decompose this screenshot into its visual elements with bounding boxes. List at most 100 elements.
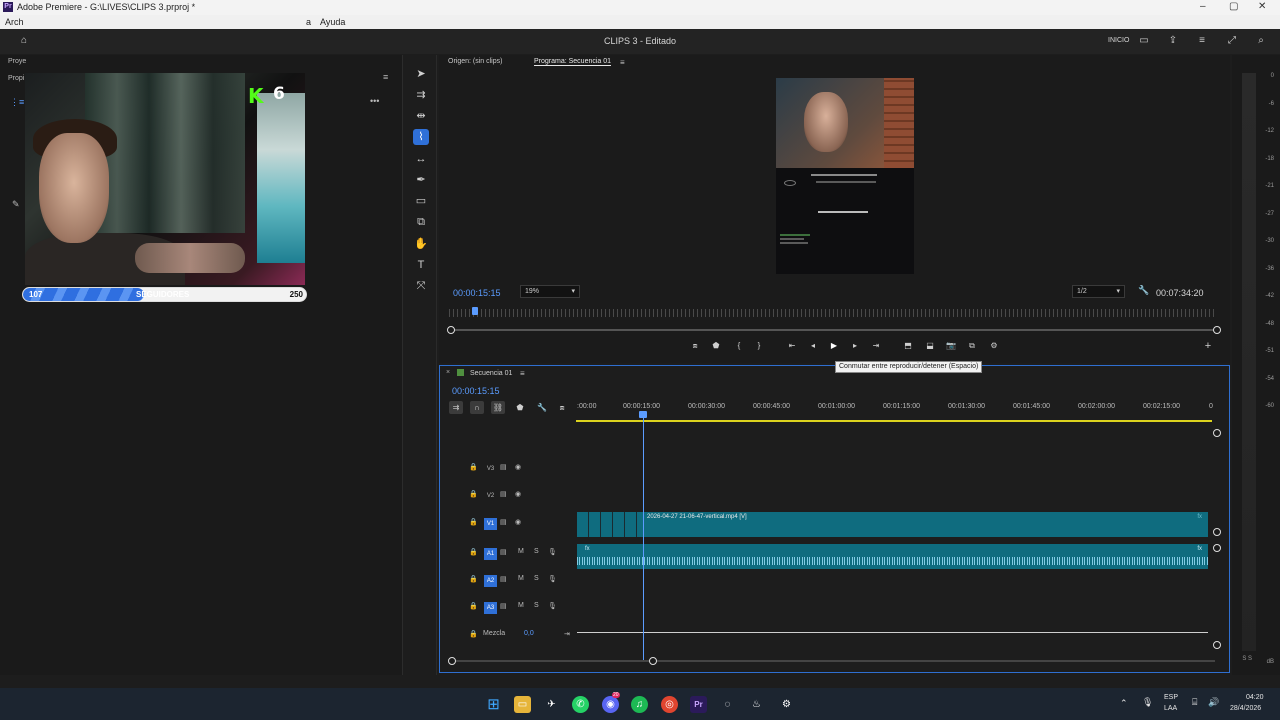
- scrollbar-right-handle[interactable]: [1213, 326, 1221, 334]
- solo-button[interactable]: S: [534, 602, 539, 609]
- microphone-tray-icon[interactable]: 🎙: [1142, 697, 1153, 708]
- tab-menu-icon[interactable]: ≡: [620, 58, 625, 67]
- discord-icon[interactable]: ◉: [602, 696, 619, 713]
- program-playhead[interactable]: [472, 307, 478, 315]
- lift-icon[interactable]: ⬒: [902, 340, 914, 352]
- hand-tool-icon[interactable]: ✋: [413, 236, 429, 252]
- obs-icon[interactable]: ◌: [719, 696, 736, 713]
- pen-tool-icon[interactable]: ✒: [413, 172, 429, 188]
- vr-icon[interactable]: ⚙: [988, 340, 1000, 352]
- chevron-up-icon[interactable]: ⌃: [1120, 698, 1128, 709]
- settings-gear-icon[interactable]: ⚙: [778, 696, 795, 713]
- sync-lock-icon[interactable]: ▤: [500, 575, 507, 583]
- network-icon[interactable]: ⌸: [1192, 697, 1197, 708]
- resolution-select[interactable]: 1/2 ▾: [1072, 285, 1125, 298]
- lock-icon[interactable]: 🔒: [469, 518, 478, 526]
- program-time-ruler[interactable]: [449, 309, 1216, 317]
- program-current-time[interactable]: 00:00:15:15: [453, 288, 501, 298]
- eye-icon[interactable]: ◉: [515, 518, 521, 526]
- scrollbar-left-handle[interactable]: [448, 657, 456, 665]
- menu-ventana[interactable]: a: [306, 17, 311, 27]
- tab-program[interactable]: Programa: Secuencia 01: [534, 58, 612, 66]
- eye-icon[interactable]: ◉: [515, 490, 521, 498]
- menu-archivo[interactable]: Arch: [5, 17, 24, 27]
- microphone-icon[interactable]: 🎙: [548, 575, 557, 583]
- lock-icon[interactable]: 🔒: [469, 463, 478, 471]
- app-icon[interactable]: ✈: [543, 696, 560, 713]
- selection-tool-icon[interactable]: ➤: [413, 66, 429, 82]
- region-code[interactable]: LAA: [1164, 705, 1177, 712]
- export-frame-icon[interactable]: 📷: [945, 340, 957, 352]
- extract-icon[interactable]: ⧈: [689, 340, 701, 352]
- close-tab-icon[interactable]: ×: [446, 369, 450, 376]
- snap-icon[interactable]: ∩: [470, 401, 484, 414]
- volume-icon[interactable]: 🔊: [1208, 697, 1219, 708]
- audio-clip[interactable]: fx fx: [577, 544, 1208, 569]
- mix-volume-value[interactable]: 0,0: [524, 630, 534, 637]
- slip-tool-icon[interactable]: ↔: [413, 151, 429, 167]
- language-code[interactable]: ESP: [1164, 694, 1178, 701]
- close-button[interactable]: ✕: [1258, 1, 1266, 12]
- vertical-scroll-handle[interactable]: [1213, 641, 1221, 649]
- button-editor-icon[interactable]: +: [1202, 340, 1214, 352]
- mute-button[interactable]: M: [518, 548, 524, 555]
- minimize-button[interactable]: –: [1200, 1, 1206, 12]
- windows-start-icon[interactable]: ⊞: [485, 696, 502, 713]
- linked-selection-icon[interactable]: ⛓: [491, 401, 505, 414]
- mark-out-icon[interactable]: }: [753, 340, 765, 352]
- track-label[interactable]: V2: [484, 490, 497, 502]
- settings-wrench-icon[interactable]: 🔧: [1138, 285, 1149, 296]
- mute-button[interactable]: M: [518, 602, 524, 609]
- properties-icon[interactable]: ⋮≡: [10, 97, 24, 108]
- sync-lock-icon[interactable]: ▤: [500, 548, 507, 556]
- transform-tool-icon[interactable]: ⧉: [413, 214, 429, 230]
- play-stop-icon[interactable]: ▶: [828, 340, 840, 352]
- go-to-end-icon[interactable]: ⇥: [564, 630, 570, 638]
- steam-icon[interactable]: ♨: [748, 696, 765, 713]
- captions-icon[interactable]: ⧈: [555, 401, 569, 414]
- solo-button[interactable]: S: [534, 548, 539, 555]
- video-clip[interactable]: 2026-04-27 21-06-47-vertical.mp4 [V] fx: [577, 512, 1208, 537]
- sync-lock-icon[interactable]: ▤: [500, 490, 507, 498]
- tab-source[interactable]: Origen: (sin clips): [448, 58, 502, 65]
- mute-button[interactable]: M: [518, 575, 524, 582]
- go-to-out-icon[interactable]: ⇥: [870, 340, 882, 352]
- lock-icon[interactable]: 🔒: [469, 575, 478, 583]
- remix-tool-icon[interactable]: ⤧: [413, 278, 429, 294]
- add-marker-icon[interactable]: ⬟: [710, 340, 722, 352]
- chrome-icon[interactable]: ◎: [661, 696, 678, 713]
- mark-in-icon[interactable]: {: [733, 340, 745, 352]
- tab-menu-icon[interactable]: ≡: [520, 369, 525, 378]
- work-area-bar[interactable]: [576, 420, 1212, 422]
- clock-date[interactable]: 28/4/2026: [1230, 705, 1261, 712]
- program-video-frame[interactable]: [776, 78, 914, 274]
- sync-lock-icon[interactable]: ▤: [500, 463, 507, 471]
- workspace-label[interactable]: INICIO: [1108, 37, 1129, 44]
- vertical-scroll-handle[interactable]: [1213, 429, 1221, 437]
- lock-icon[interactable]: 🔒: [469, 630, 478, 638]
- microphone-icon[interactable]: 🎙: [548, 548, 557, 556]
- zoom-select[interactable]: 19% ▾: [520, 285, 580, 298]
- search-icon[interactable]: ⌕: [1255, 35, 1267, 47]
- sync-lock-icon[interactable]: ▤: [500, 518, 507, 526]
- microphone-icon[interactable]: 🎙: [548, 602, 557, 610]
- menu-ayuda[interactable]: Ayuda: [320, 17, 345, 27]
- workspaces-menu-icon[interactable]: ≡: [1196, 35, 1208, 47]
- rectangle-tool-icon[interactable]: ▭: [413, 193, 429, 209]
- panel-icon[interactable]: ▭: [1138, 35, 1150, 47]
- edit-icon[interactable]: ✎: [12, 199, 20, 210]
- insert-sequence-icon[interactable]: ⇉: [449, 401, 463, 414]
- scrollbar-left-handle[interactable]: [447, 326, 455, 334]
- tab-propiedades[interactable]: Propi: [8, 75, 24, 82]
- timeline-settings-icon[interactable]: 🔧: [535, 401, 549, 414]
- vertical-scroll-handle[interactable]: [1213, 528, 1221, 536]
- spotify-icon[interactable]: ♫: [631, 696, 648, 713]
- go-to-in-icon[interactable]: ⇤: [786, 340, 798, 352]
- tab-sequence[interactable]: Secuencia 01: [470, 370, 512, 377]
- whatsapp-icon[interactable]: ✆: [572, 696, 589, 713]
- step-back-icon[interactable]: ◂: [807, 340, 819, 352]
- share-icon[interactable]: ⇪: [1167, 35, 1179, 47]
- lock-icon[interactable]: 🔒: [469, 490, 478, 498]
- more-options-icon[interactable]: •••: [370, 96, 379, 106]
- track-label[interactable]: A2: [484, 575, 497, 587]
